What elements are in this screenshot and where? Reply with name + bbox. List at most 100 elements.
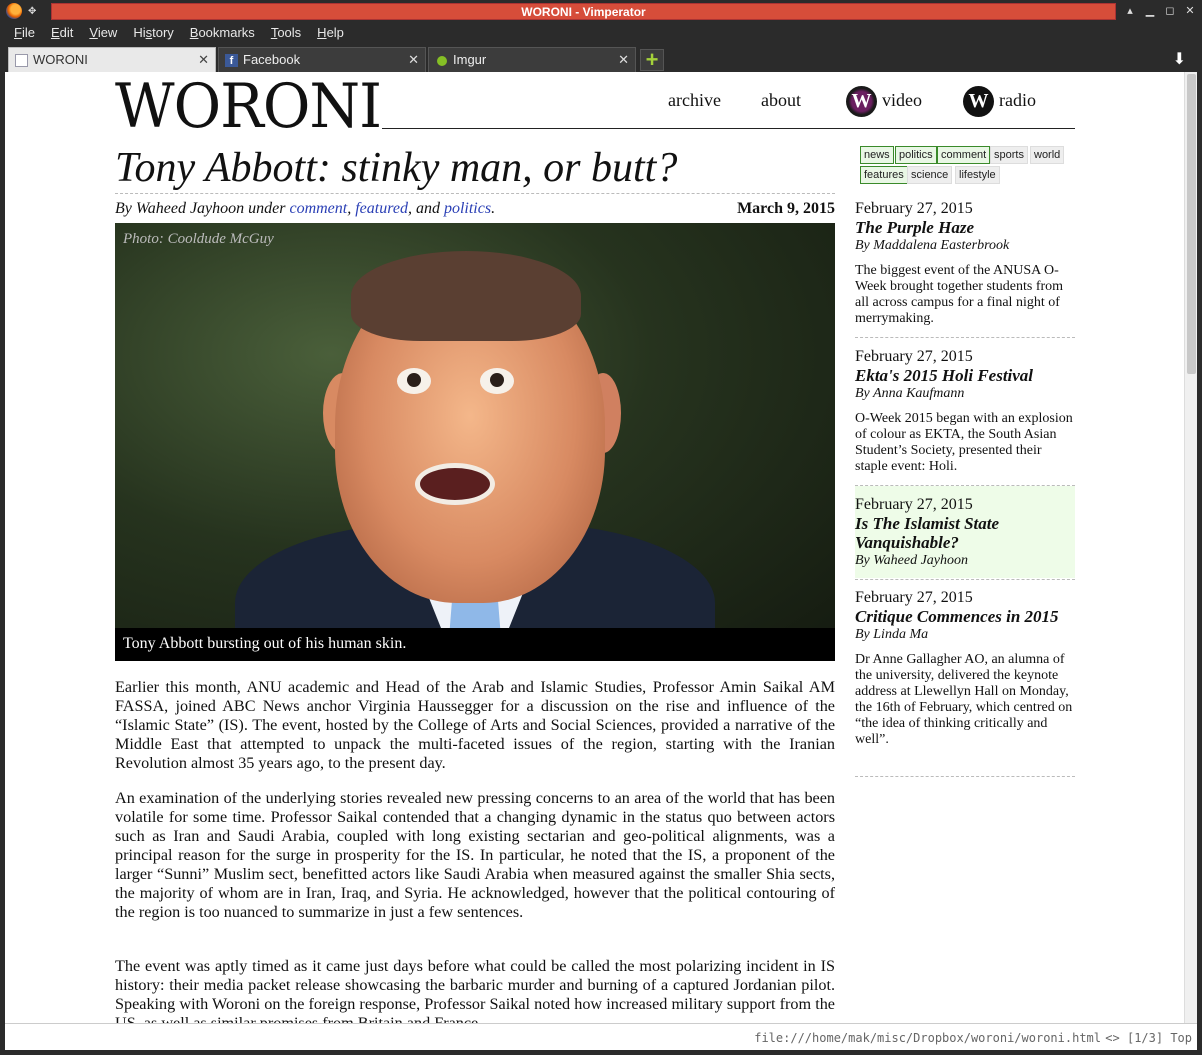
radio-badge-icon[interactable]: W (963, 86, 994, 117)
sidebar-item-highlighted[interactable]: February 27, 2015 Is The Islamist State … (855, 486, 1075, 578)
sidebar-item-excerpt: O-Week 2015 began with an explosion of c… (855, 411, 1073, 474)
sidebar-item-date: February 27, 2015 (855, 200, 973, 217)
menu-file-label: ile (21, 25, 35, 40)
tab-close-icon[interactable]: ✕ (408, 52, 419, 68)
tag-sports[interactable]: sports (990, 146, 1028, 164)
tab-list-arrow-icon[interactable]: ⬇ (1173, 49, 1186, 69)
tag-news[interactable]: news (860, 146, 894, 164)
video-badge-icon[interactable]: W (846, 86, 877, 117)
tab-close-icon[interactable]: ✕ (198, 52, 209, 68)
byline-end: . (491, 200, 496, 217)
photo-hair (351, 251, 581, 341)
status-position: <> [1/3] Top (1105, 1031, 1192, 1045)
menu-edit-mnemonic: E (50, 25, 60, 40)
photo-credit: Photo: Cooldude McGuy (123, 231, 274, 247)
sidebar-item-title[interactable]: Ekta's 2015 Holi Festival (855, 366, 1075, 385)
tag-features[interactable]: features (860, 166, 908, 184)
sidebar-item-title[interactable]: Critique Commences in 2015 (855, 607, 1075, 626)
sidebar-item-date: February 27, 2015 (855, 496, 973, 513)
menu-help-mnemonic: H (317, 25, 327, 40)
menu-history-prefix: Hi (133, 25, 146, 40)
header-rule (382, 128, 1075, 129)
pin-icon[interactable]: ✥ (28, 6, 36, 17)
vertical-scrollbar[interactable] (1184, 72, 1197, 1023)
firefox-icon[interactable] (6, 3, 22, 19)
page-icon (15, 54, 28, 67)
minimize-icon[interactable]: ▁ (1142, 3, 1158, 19)
byline-author: By Waheed Jayhoon under (115, 200, 290, 217)
menu-file[interactable]: File (6, 22, 43, 44)
maximize-icon[interactable]: ◻ (1162, 3, 1178, 19)
publish-date: March 9, 2015 (737, 200, 835, 217)
tag-world[interactable]: world (1030, 146, 1065, 164)
menu-file-mnemonic: F (14, 25, 22, 40)
article-photo: Photo: Cooldude McGuy (115, 223, 835, 660)
category-link-politics[interactable]: politics (444, 200, 491, 217)
sidebar-divider (855, 337, 1075, 338)
sidebar-item[interactable]: February 27, 2015 Ekta's 2015 Holi Festi… (855, 348, 1075, 475)
nav-video[interactable]: video (882, 90, 922, 111)
byline-sep: , and (407, 200, 444, 217)
tab-facebook[interactable]: f Facebook ✕ (218, 47, 426, 72)
menu-edit[interactable]: Edit (43, 22, 81, 44)
photo-mouth (415, 463, 495, 505)
nav-radio[interactable]: radio (999, 90, 1036, 111)
menu-view-mnemonic: V (89, 25, 98, 40)
tab-label: Imgur (453, 52, 487, 67)
sidebar-item-title[interactable]: The Purple Haze (855, 218, 1075, 237)
title-rule (115, 193, 835, 194)
status-url: file:///home/mak/misc/Dropbox/woroni/wor… (754, 1031, 1101, 1045)
sidebar-item-author: By Anna Kaufmann (855, 386, 965, 401)
nav-archive[interactable]: archive (668, 90, 721, 111)
sidebar-item-date: February 27, 2015 (855, 348, 973, 365)
site-logo[interactable]: WORONI (115, 75, 382, 138)
window-titlebar: ✥ WORONI - Vimperator ▴ ▁ ◻ ✕ (0, 0, 1202, 22)
category-link-featured[interactable]: featured (355, 200, 408, 217)
sidebar-divider (855, 579, 1075, 580)
byline: By Waheed Jayhoon under comment, feature… (115, 200, 495, 218)
menu-view[interactable]: View (81, 22, 125, 44)
sidebar-item-author: By Waheed Jayhoon (855, 553, 968, 568)
sidebar-item-excerpt: The biggest event of the ANUSA O-Week br… (855, 263, 1064, 326)
window-icons: ✥ (6, 3, 36, 19)
article-paragraph: Earlier this month, ANU academic and Hea… (115, 678, 835, 772)
tab-close-icon[interactable]: ✕ (618, 52, 629, 68)
menu-edit-label: dit (59, 25, 74, 40)
menu-bookmarks-label: ookmarks (198, 25, 255, 40)
photo-caption: Tony Abbott bursting out of his human sk… (115, 628, 835, 661)
close-icon[interactable]: ✕ (1182, 3, 1198, 19)
tab-imgur[interactable]: Imgur ✕ (428, 47, 636, 72)
photo-eye (397, 368, 431, 394)
window-controls: ▴ ▁ ◻ ✕ (1122, 3, 1198, 19)
facebook-icon: f (225, 54, 238, 67)
tab-woroni[interactable]: WORONI ✕ (8, 47, 216, 72)
tag-politics[interactable]: politics (895, 146, 937, 164)
menu-history[interactable]: History (125, 22, 181, 44)
menu-help[interactable]: Help (309, 22, 352, 44)
imgur-icon (437, 56, 447, 66)
page-viewport: WORONI archive about W video W radio Ton… (5, 72, 1197, 1023)
article-paragraph: An examination of the underlying stories… (115, 789, 835, 921)
tag-comment[interactable]: comment (937, 146, 991, 164)
tab-label: WORONI (33, 52, 88, 67)
category-link-comment[interactable]: comment (289, 200, 347, 217)
tag-science[interactable]: science (907, 166, 953, 184)
sidebar-item[interactable]: February 27, 2015 Critique Commences in … (855, 589, 1075, 748)
sidebar-item-title[interactable]: Is The Islamist State Vanquishable? (855, 514, 1075, 552)
sidebar-item[interactable]: February 27, 2015 The Purple Haze By Mad… (855, 200, 1075, 327)
nav-about[interactable]: about (761, 90, 801, 111)
menu-view-label: iew (97, 25, 118, 40)
new-tab-button[interactable]: + (640, 49, 664, 71)
menu-help-label: elp (326, 25, 344, 40)
menu-bookmarks[interactable]: Bookmarks (182, 22, 263, 44)
sidebar-item-author: By Linda Ma (855, 627, 929, 642)
article-paragraph: The event was aptly timed as it came jus… (115, 957, 835, 1023)
tag-lifestyle[interactable]: lifestyle (955, 166, 1000, 184)
menu-history-label: tory (152, 25, 174, 40)
shade-icon[interactable]: ▴ (1122, 3, 1138, 19)
menu-tools[interactable]: Tools (263, 22, 309, 44)
scrollbar-thumb[interactable] (1187, 74, 1196, 374)
window-bottom-border (0, 1050, 1202, 1055)
status-line: file:///home/mak/misc/Dropbox/woroni/wor… (5, 1023, 1197, 1050)
menu-tools-label: ools (277, 25, 302, 40)
